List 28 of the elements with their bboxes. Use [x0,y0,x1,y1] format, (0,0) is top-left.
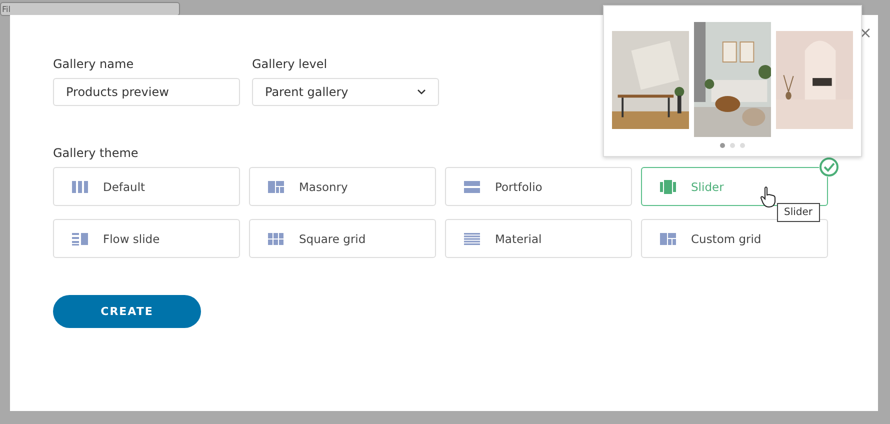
layout-icon [660,232,676,246]
theme-option[interactable]: Material [445,219,632,258]
layout-icon [464,232,480,246]
layout-icon [660,180,676,194]
layout-icon [72,180,88,194]
theme-option[interactable]: Masonry [249,167,436,206]
section-label: Gallery theme [53,146,140,160]
theme-option[interactable]: Square grid [249,219,436,258]
carousel-dot[interactable] [740,143,745,148]
tooltip: Slider [777,203,820,222]
theme-option[interactable]: Custom grid [641,219,828,258]
theme-option[interactable]: Flow slide [53,219,240,258]
theme-option[interactable]: Default [53,167,240,206]
background-field: Fil [0,2,180,16]
hand-cursor-icon [760,186,776,208]
dropdown[interactable]: Parent gallery [252,78,439,106]
layout-icon [464,180,480,194]
carousel-dot[interactable] [730,143,735,148]
chevron-down-icon [417,89,426,95]
field-label: Gallery name [53,57,135,71]
field-label: Gallery level [252,57,328,71]
create-button[interactable]: CREATE [53,295,201,328]
theme-option[interactable]: Portfolio [445,167,632,206]
carousel-dot[interactable] [720,143,725,148]
layout-icon [268,180,284,194]
layout-icon [72,232,88,246]
layout-icon [268,232,284,246]
input-field[interactable]: Products preview [53,78,240,106]
